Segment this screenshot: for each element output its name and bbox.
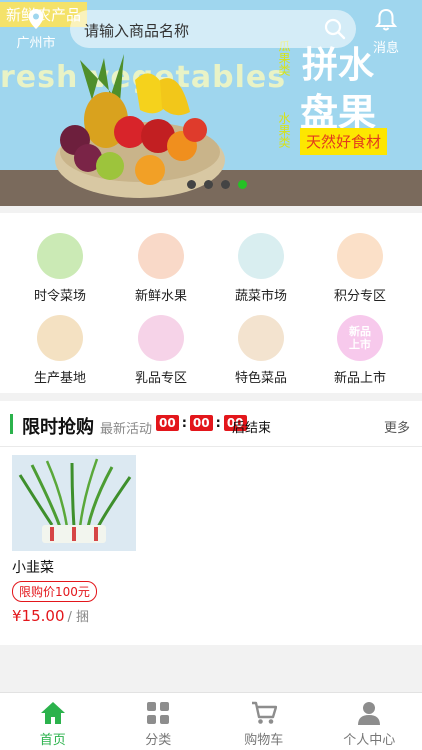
location-pin-icon [28,9,44,29]
category-grid: 时令菜场 新鲜水果 蔬菜市场 积分专区 生产基地 乳品专区 特色菜品 新品上市 … [0,213,422,393]
carousel-dot[interactable] [238,180,247,189]
tab-category[interactable]: 分类 [106,693,212,750]
coins-icon [337,233,383,279]
bell-icon [374,8,398,31]
tab-cart[interactable]: 购物车 [211,693,317,750]
carousel-dot[interactable] [187,180,196,189]
home-icon [40,702,65,724]
tab-home[interactable]: 首页 [0,693,106,750]
category-item[interactable]: 蔬菜市场 [211,233,311,304]
new-products-icon: 新品上市 [337,315,383,361]
category-item[interactable]: 乳品专区 [111,315,211,386]
search-bar[interactable]: 请输入商品名称 [70,10,356,48]
tab-profile[interactable]: 个人中心 [317,693,422,750]
carousel-dot[interactable] [204,180,213,189]
category-label: 特色菜品 [234,371,287,386]
messages-label: 消息 [372,41,399,56]
tab-label: 分类 [145,733,172,748]
product-price: ¥15.00 [12,607,65,625]
countdown-minutes: 00 [189,415,213,431]
countdown-ends-label: 后结束 [232,421,272,436]
milk-icon [138,315,184,361]
countdown-separator: : [215,415,221,431]
search-icon[interactable] [324,18,346,40]
more-link[interactable]: 更多 [384,417,410,436]
category-label: 蔬菜市场 [234,289,287,304]
category-item[interactable]: 积分专区 [310,233,410,304]
tab-label: 购物车 [244,733,284,748]
grid-icon [147,702,170,724]
section-accent-bar [10,414,13,434]
bottom-tab-bar: 首页 分类 购物车 个人中心 [0,692,422,750]
app-page: 新鲜农产品 resh vegetables 瓜果类 水果类 拼水 盘果 天然好食… [0,0,422,750]
carousel-dot[interactable] [221,180,230,189]
fruit-icon [138,233,184,279]
messages-button[interactable]: 消息 [366,8,406,56]
category-label: 积分专区 [333,289,386,304]
category-item[interactable]: 特色菜品 [211,315,311,386]
location-selector[interactable]: 广州市 [10,8,62,51]
city-label: 广州市 [16,36,56,51]
dish-icon [238,315,284,361]
farm-icon [37,315,83,361]
product-name: 小韭菜 [12,560,54,576]
fruit-basket-image [55,54,225,198]
category-item[interactable]: 新品上市 新品上市 [310,315,410,386]
flash-sale-section: 限时抢购 最新活动 00 : 00 : 00 后结束 更多 小韭菜 限购价100… [0,401,422,645]
category-item[interactable]: 时令菜场 [10,233,110,304]
banner-side-text-2: 水果类 [277,112,291,148]
user-icon [358,702,381,725]
category-item[interactable]: 新鲜水果 [111,233,211,304]
product-limit-tag: 限购价100元 [12,581,97,602]
product-price-row: ¥15.00/ 捆 [12,606,142,625]
category-label: 新品上市 [333,371,386,386]
category-label: 乳品专区 [134,371,187,386]
product-image [12,455,136,551]
tab-label: 个人中心 [343,733,396,748]
product-card[interactable]: 小韭菜 限购价100元 ¥15.00/ 捆 [12,455,142,625]
countdown-hours: 00 [156,415,179,431]
chives-image [12,455,136,551]
search-placeholder: 请输入商品名称 [84,22,190,40]
flash-sale-header: 限时抢购 最新活动 00 : 00 : 00 后结束 更多 [0,401,422,447]
product-unit: / 捆 [67,610,90,625]
market-icon [238,233,284,279]
category-label: 新鲜水果 [134,289,187,304]
category-label: 时令菜场 [33,289,86,304]
vegetable-icon [37,233,83,279]
flash-sale-subtitle: 最新活动 [100,422,153,437]
category-item[interactable]: 生产基地 [10,315,110,386]
cart-icon [251,701,277,724]
flash-sale-title: 限时抢购 [22,417,94,438]
tab-label: 首页 [39,733,66,748]
category-label: 生产基地 [33,371,86,386]
banner-tagline: 天然好食材 [300,128,388,155]
countdown-separator: : [181,415,187,431]
new-products-icon-text: 新品上市 [349,325,371,351]
carousel-dots [187,180,247,189]
